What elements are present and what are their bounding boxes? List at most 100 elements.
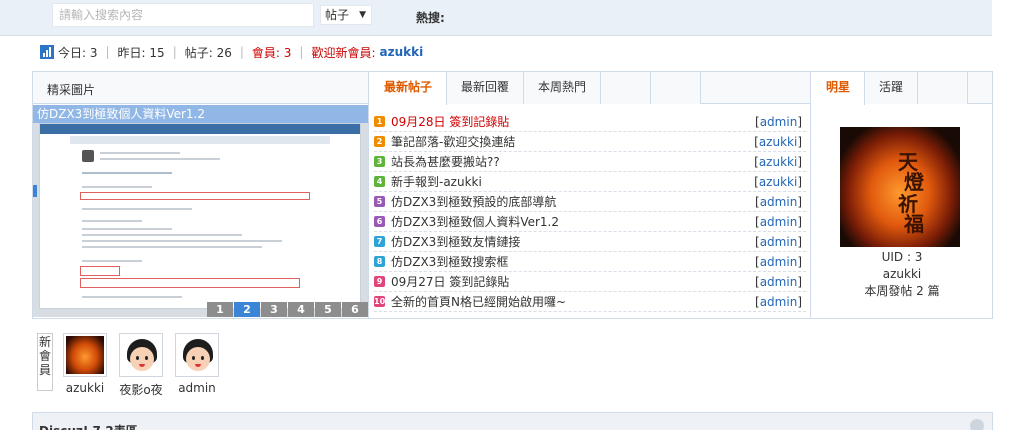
new-members-label: 新會員 [37,333,53,391]
thread-row[interactable]: 1 09月28日 簽到記錄貼 [admin] [374,112,806,132]
thread-author-link[interactable]: azukki [759,175,798,189]
bar-chart-icon [40,45,54,59]
thread-row[interactable]: 8 仿DZX3到極致搜索框 [admin] [374,252,806,272]
member-card[interactable]: 夜影o夜 [116,333,166,398]
avatar[interactable] [175,333,219,377]
star-uid: UID : 3 [881,250,923,264]
rank-number-icon: 7 [374,236,385,247]
thread-title-link[interactable]: 站長為甚麼要搬站?? [391,153,754,170]
hot-search-label: 熱搜: [416,11,445,25]
rank-number-icon: 1 [374,116,385,127]
thread-author[interactable]: [admin] [755,275,802,289]
thread-title-link[interactable]: 新手報到-azukki [391,173,754,190]
tab-spacer [651,72,702,104]
lantern-text: 燈 [904,170,924,194]
thread-row[interactable]: 10 全新的首頁N格已經開始啟用囉~ [admin] [374,292,806,312]
thread-author[interactable]: [azukki] [754,175,802,189]
slide-image[interactable] [39,123,361,309]
thread-author-link[interactable]: admin [760,215,798,229]
member-name[interactable]: 夜影o夜 [116,381,166,398]
thread-title-link[interactable]: 仿DZX3到極致搜索框 [391,253,755,270]
thread-author[interactable]: [azukki] [754,155,802,169]
rank-number-icon: 8 [374,256,385,267]
thread-author[interactable]: [admin] [755,295,802,309]
thread-author[interactable]: [admin] [755,115,802,129]
rank-number-icon: 10 [374,296,386,307]
thread-row[interactable]: 3 站長為甚麼要搬站?? [azukki] [374,152,806,172]
thread-row[interactable]: 4 新手報到-azukki [azukki] [374,172,806,192]
tab-threads[interactable]: 本周熱門 [524,72,602,104]
thread-author-link[interactable]: admin [760,235,798,249]
avatar[interactable] [119,333,163,377]
collapse-icon[interactable] [970,419,984,430]
member-card[interactable]: azukki [60,333,110,395]
thread-title-link[interactable]: 全新的首頁N格已經開始啟用囉~ [391,293,755,310]
image-slider[interactable]: 仿DZX3到極致個人資料Ver1.2 123456 [33,105,368,317]
member-name[interactable]: admin [172,381,222,395]
member-card[interactable]: admin [172,333,222,395]
forum-category-bar: Discuz! 7.2表區 [32,412,993,430]
stat-posts: 帖子: 26 [184,45,232,60]
welcome-label: 歡迎新會員: [311,45,376,60]
tab-threads[interactable]: 最新帖子 [370,72,448,105]
rank-number-icon: 2 [374,136,385,147]
star-member-info: UID : 3 azukki 本周發帖 2 篇 [812,249,992,300]
search-input[interactable] [52,3,314,27]
thread-author[interactable]: [azukki] [754,135,802,149]
thread-title-link[interactable]: 09月27日 簽到記錄貼 [391,273,755,290]
thread-row[interactable]: 9 09月27日 簽到記錄貼 [admin] [374,272,806,292]
thread-author[interactable]: [admin] [755,255,802,269]
forum-category-title[interactable]: Discuz! 7.2表區 [39,422,138,430]
slide-page-button[interactable]: 2 [234,302,260,317]
search-type-select[interactable]: 帖子 ▼ [320,5,372,25]
slide-page-button[interactable]: 5 [315,302,341,317]
thread-title-link[interactable]: 09月28日 簽到記錄貼 [391,113,755,130]
slide-page-button[interactable]: 3 [261,302,287,317]
tab-star[interactable]: 明星 [812,72,866,105]
thread-row[interactable]: 2 筆記部落-歡迎交換連結 [azukki] [374,132,806,152]
thread-author-link[interactable]: admin [760,275,798,289]
thread-title-link[interactable]: 仿DZX3到極致友情鏈接 [391,233,755,250]
star-name[interactable]: azukki [812,266,992,283]
avatar[interactable] [63,333,107,377]
tab-spacer [918,72,969,104]
stat-separator: | [239,45,244,59]
thread-author-link[interactable]: admin [760,295,798,309]
rank-number-icon: 3 [374,156,385,167]
slide-page-button[interactable]: 1 [207,302,233,317]
featured-images-panel: 精采圖片 仿DZX3到極致個人資料Ver1.2 1 2 3 4 5 6 [33,72,369,318]
tab-threads[interactable]: 最新回覆 [447,72,525,104]
thread-author-link[interactable]: azukki [759,155,798,169]
thread-title-link[interactable]: 仿DZX3到極致預設的底部導航 [391,193,755,210]
slide-caption[interactable]: 仿DZX3到極致個人資料Ver1.2 [33,105,368,123]
slide-page-button[interactable]: 6 [342,302,368,317]
thread-author-link[interactable]: admin [760,115,798,129]
thread-author-link[interactable]: admin [760,255,798,269]
thread-title-link[interactable]: 仿DZX3到極致個人資料Ver1.2 [391,213,755,230]
newest-member-link[interactable]: azukki [380,45,424,59]
thread-row[interactable]: 5 仿DZX3到極致預設的底部導航 [admin] [374,192,806,212]
thread-list: 1 09月28日 簽到記錄貼 [admin] 2 筆記部落-歡迎交換連結 [azukki]… [374,112,806,312]
stat-separator: | [299,45,304,59]
star-tabs: 明星 活躍 [812,72,992,105]
forum-stats: 今日: 3 | 昨日: 15 | 帖子: 26 | 會員: 3 | 歡迎新會員:… [40,44,423,60]
thread-row[interactable]: 7 仿DZX3到極致友情鏈接 [admin] [374,232,806,252]
thread-author-link[interactable]: azukki [759,135,798,149]
slider-edge-marker [33,185,37,197]
search-bar: 帖子 ▼ 熱搜: [0,0,992,36]
rank-number-icon: 6 [374,216,385,227]
tab-star[interactable]: 活躍 [865,72,919,104]
featured-images-header: 精采圖片 [33,72,368,104]
thread-author[interactable]: [admin] [755,195,802,209]
thread-title-link[interactable]: 筆記部落-歡迎交換連結 [391,133,754,150]
member-name[interactable]: azukki [60,381,110,395]
stat-yesterday: 昨日: 15 [117,45,165,60]
threads-panel: 最新帖子 最新回覆 本周熱門 1 09月28日 簽到記錄貼 [admin] 2 筆記部落-歡… [370,72,811,318]
thread-row[interactable]: 6 仿DZX3到極致個人資料Ver1.2 [admin] [374,212,806,232]
star-member-photo[interactable]: 天燈祈福 [840,127,960,247]
thread-author[interactable]: [admin] [755,235,802,249]
rank-number-icon: 9 [374,276,385,287]
thread-author[interactable]: [admin] [755,215,802,229]
thread-author-link[interactable]: admin [760,195,798,209]
slide-page-button[interactable]: 4 [288,302,314,317]
